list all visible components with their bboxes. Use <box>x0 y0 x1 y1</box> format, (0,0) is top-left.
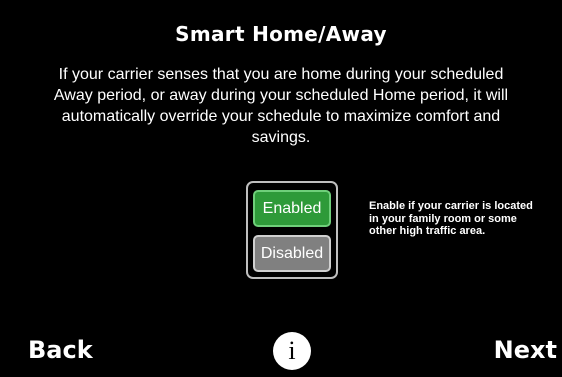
page-title: Smart Home/Away <box>175 22 387 46</box>
enable-toggle-group: Enabled Disabled <box>246 181 338 279</box>
description-text: If your carrier senses that you are home… <box>53 66 509 146</box>
back-button[interactable]: Back <box>28 336 93 364</box>
smart-home-away-screen: Smart Home/Away If your carrier senses t… <box>0 0 562 377</box>
enabled-button[interactable]: Enabled <box>253 190 331 227</box>
info-icon: i <box>288 336 296 365</box>
info-button[interactable]: i <box>273 332 311 370</box>
hint-text: Enable if your carrier is located in you… <box>369 200 533 237</box>
next-button[interactable]: Next <box>494 336 557 364</box>
disabled-button[interactable]: Disabled <box>253 235 331 272</box>
